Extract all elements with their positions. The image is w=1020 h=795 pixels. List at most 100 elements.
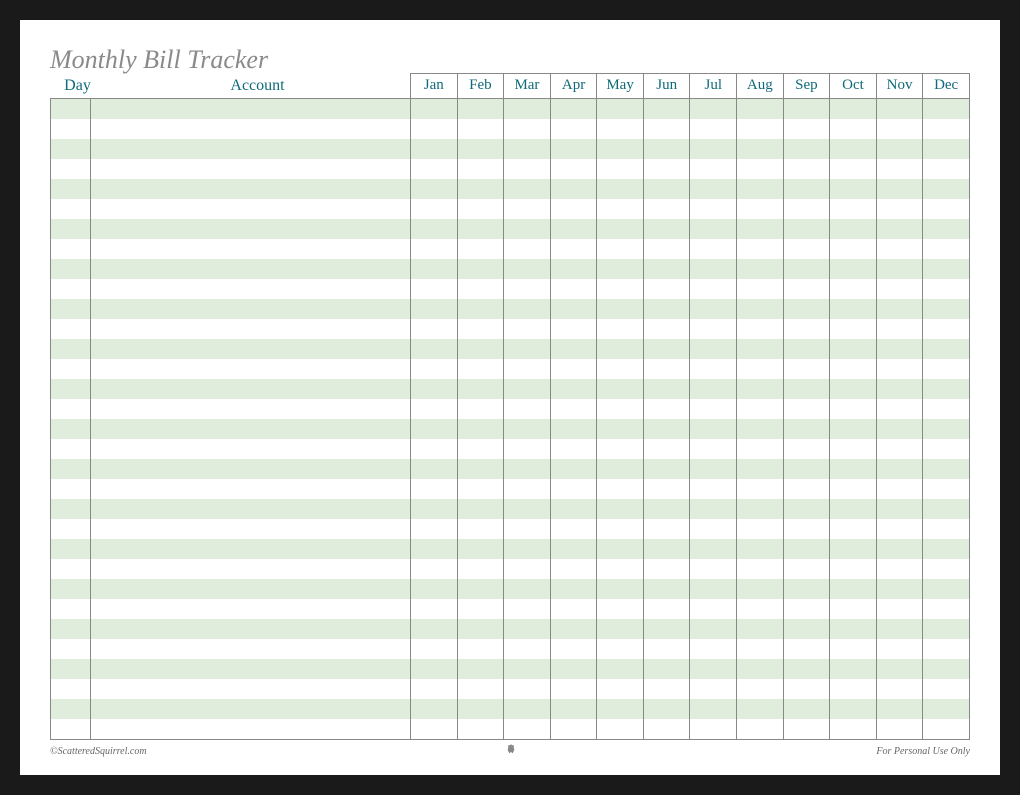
cell-month xyxy=(644,359,691,379)
cell-day xyxy=(51,159,91,179)
cell-month xyxy=(504,259,551,279)
cell-month xyxy=(690,639,737,659)
table-row xyxy=(51,639,969,659)
cell-month xyxy=(458,299,505,319)
cell-month xyxy=(923,239,969,259)
cell-month xyxy=(690,379,737,399)
cell-month xyxy=(644,559,691,579)
cell-month xyxy=(877,659,924,679)
cell-month xyxy=(784,619,831,639)
cell-month xyxy=(830,339,877,359)
cell-month xyxy=(597,439,644,459)
day-column-header: Day xyxy=(50,77,105,95)
squirrel-icon xyxy=(505,743,517,759)
cell-account xyxy=(91,239,411,259)
cell-month xyxy=(597,159,644,179)
cell-month xyxy=(597,659,644,679)
cell-month xyxy=(551,419,598,439)
cell-month xyxy=(504,279,551,299)
cell-month xyxy=(644,579,691,599)
cell-month xyxy=(551,279,598,299)
cell-month xyxy=(597,419,644,439)
cell-month xyxy=(504,179,551,199)
cell-month xyxy=(411,239,458,259)
cell-month xyxy=(923,139,969,159)
cell-month xyxy=(458,439,505,459)
cell-month xyxy=(830,519,877,539)
cell-month xyxy=(737,699,784,719)
table-row xyxy=(51,539,969,559)
cell-month xyxy=(690,179,737,199)
cell-day xyxy=(51,279,91,299)
cell-month xyxy=(411,359,458,379)
cell-month xyxy=(411,259,458,279)
cell-month xyxy=(830,419,877,439)
table-row xyxy=(51,359,969,379)
cell-account xyxy=(91,419,411,439)
cell-month xyxy=(923,319,969,339)
cell-month xyxy=(737,159,784,179)
cell-month xyxy=(597,599,644,619)
month-header-jan: Jan xyxy=(411,74,457,98)
cell-month xyxy=(784,419,831,439)
cell-day xyxy=(51,639,91,659)
cell-month xyxy=(784,699,831,719)
cell-month xyxy=(923,339,969,359)
cell-month xyxy=(644,399,691,419)
cell-month xyxy=(877,519,924,539)
cell-month xyxy=(830,319,877,339)
cell-month xyxy=(784,679,831,699)
cell-month xyxy=(830,399,877,419)
cell-month xyxy=(411,139,458,159)
cell-month xyxy=(551,199,598,219)
month-header-nov: Nov xyxy=(876,74,923,98)
months-header: JanFebMarAprMayJunJulAugSepOctNovDec xyxy=(410,73,970,98)
cell-month xyxy=(411,539,458,559)
cell-month xyxy=(784,319,831,339)
cell-month xyxy=(644,119,691,139)
cell-month xyxy=(504,399,551,419)
cell-month xyxy=(411,119,458,139)
page-title: Monthly Bill Tracker xyxy=(50,45,410,75)
cell-month xyxy=(830,99,877,119)
footer-usage: For Personal Use Only xyxy=(876,746,970,757)
cell-month xyxy=(551,319,598,339)
cell-month xyxy=(784,719,831,739)
cell-day xyxy=(51,319,91,339)
cell-month xyxy=(644,439,691,459)
table-row xyxy=(51,199,969,219)
cell-month xyxy=(690,459,737,479)
cell-account xyxy=(91,219,411,239)
cell-account xyxy=(91,319,411,339)
cell-month xyxy=(644,319,691,339)
table-row xyxy=(51,459,969,479)
cell-day xyxy=(51,559,91,579)
cell-month xyxy=(784,559,831,579)
cell-month xyxy=(784,219,831,239)
cell-month xyxy=(784,119,831,139)
cell-month xyxy=(923,579,969,599)
cell-month xyxy=(923,199,969,219)
cell-month xyxy=(597,539,644,559)
cell-month xyxy=(830,359,877,379)
cell-month xyxy=(551,639,598,659)
cell-month xyxy=(877,359,924,379)
cell-month xyxy=(923,179,969,199)
cell-month xyxy=(644,599,691,619)
cell-month xyxy=(597,359,644,379)
month-header-sep: Sep xyxy=(783,74,830,98)
cell-account xyxy=(91,619,411,639)
cell-month xyxy=(690,319,737,339)
cell-account xyxy=(91,479,411,499)
cell-month xyxy=(644,519,691,539)
cell-month xyxy=(923,159,969,179)
cell-month xyxy=(877,339,924,359)
cell-month xyxy=(458,239,505,259)
cell-month xyxy=(830,539,877,559)
cell-month xyxy=(411,559,458,579)
cell-day xyxy=(51,579,91,599)
cell-month xyxy=(784,499,831,519)
cell-month xyxy=(458,699,505,719)
cell-day xyxy=(51,239,91,259)
cell-account xyxy=(91,599,411,619)
